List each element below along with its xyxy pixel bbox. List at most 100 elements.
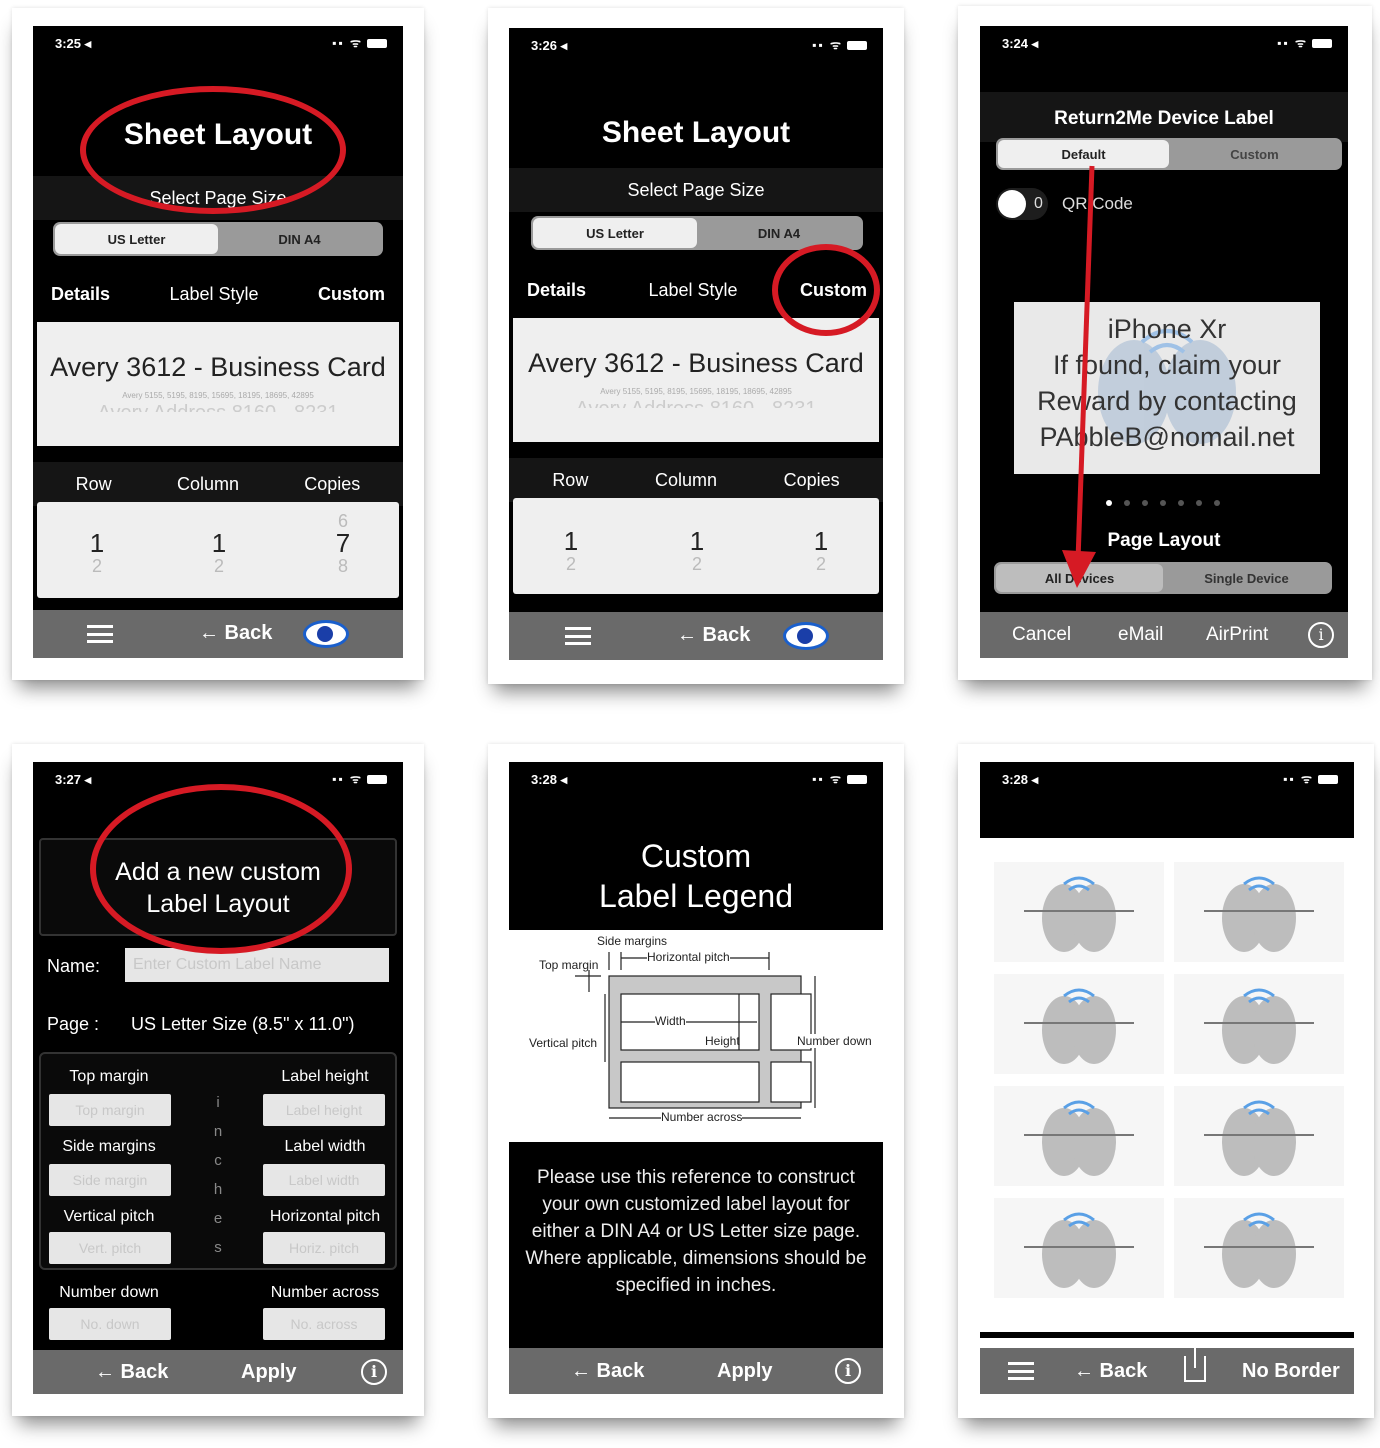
battery-icon (1318, 775, 1338, 785)
panel-add-custom-layout: 3:27 ◂ ▪▪ ᯤ Add a new custom Label Layou… (12, 744, 424, 1416)
apply-button[interactable]: Apply (717, 1360, 773, 1383)
page-title: Sheet Layout (601, 116, 791, 149)
number-across-label: Number across (270, 1284, 380, 1301)
label-thumbnail (1174, 1198, 1344, 1298)
width-label: Width (655, 1014, 686, 1028)
butterfly-label-icon (994, 862, 1164, 962)
tab-custom[interactable]: Custom (318, 284, 385, 305)
highlight-circle (80, 86, 346, 214)
label-thumbnail (994, 1198, 1164, 1298)
side-margin-input[interactable]: Side margin (49, 1164, 171, 1196)
status-bar: 3:26 ◂ ▪▪ ᯤ (509, 28, 883, 58)
column-header: Column (176, 474, 239, 494)
butterfly-label-icon (994, 974, 1164, 1074)
height-label: Height (705, 1034, 740, 1048)
status-bar: 3:28 ◂ ▪▪ ᯤ (509, 762, 883, 792)
back-button[interactable]: ← Back (571, 1360, 644, 1383)
label-thumbnail (1174, 1086, 1344, 1186)
menu-icon[interactable] (1008, 1362, 1034, 1380)
segment-din-a4[interactable]: DIN A4 (218, 224, 381, 254)
panel-sheet-layout-2: 3:26 ◂ ▪▪ ᯤ Sheet Layout Select Page Siz… (488, 8, 904, 684)
menu-icon[interactable] (87, 625, 113, 643)
red-arrow-annotation (1062, 165, 1096, 588)
segment-us-letter[interactable]: US Letter (55, 224, 218, 254)
butterfly-label-icon (1174, 862, 1344, 962)
tab-label-style[interactable]: Label Style (648, 280, 737, 301)
segment-us-letter[interactable]: US Letter (533, 218, 697, 248)
side-margins-label: Side margins (597, 934, 668, 948)
panel-return2me-label: 3:24 ◂ ▪▪ ᯤ Return2Me Device Label Defau… (958, 6, 1372, 680)
horizontal-pitch-input[interactable]: Horiz. pitch (263, 1232, 385, 1264)
number-down-input[interactable]: No. down (49, 1308, 171, 1340)
top-margin-label: Top margin (69, 1068, 149, 1085)
phone-screen: 3:24 ◂ ▪▪ ᯤ Return2Me Device Label Defau… (980, 26, 1348, 658)
bottom-toolbar: ← Back (509, 612, 883, 660)
row-wheel[interactable]: 12 (77, 528, 117, 573)
butterfly-label-icon (994, 1086, 1164, 1186)
label-height-input[interactable]: Label height (263, 1094, 385, 1126)
row-header: Row (552, 470, 589, 490)
label-preview[interactable]: Avery 3612 - Business Card Avery 5155, 5… (513, 318, 879, 442)
tab-label-style[interactable]: Label Style (169, 284, 258, 305)
legend-diagram: Side margins Top margin Horizontal pitch… (509, 930, 883, 1142)
number-down-label: Number down (797, 1034, 872, 1048)
row-column-copies-picker[interactable]: 12 12 12 (513, 498, 879, 594)
tab-details[interactable]: Details (527, 280, 586, 301)
tab-bar: Details Label Style Custom (51, 284, 385, 305)
back-button[interactable]: ← Back (95, 1361, 168, 1384)
side-margins-label: Side margins (62, 1138, 156, 1155)
copies-header: Copies (783, 470, 840, 490)
share-icon[interactable] (1184, 1348, 1206, 1382)
signal-wifi-icon: ▪▪ ᯤ (812, 36, 867, 53)
butterfly-label-icon (994, 1198, 1164, 1298)
back-button[interactable]: ← Back (677, 624, 750, 647)
row-header: Row (75, 474, 112, 494)
name-input[interactable]: Enter Custom Label Name (125, 948, 389, 982)
column-header: Column (654, 470, 717, 490)
column-wheel[interactable]: 12 (199, 528, 239, 573)
battery-icon (367, 39, 387, 49)
number-across-input[interactable]: No. across (263, 1308, 385, 1340)
tab-details[interactable]: Details (51, 284, 110, 305)
number-across-label: Number across (661, 1110, 743, 1124)
segment-din-a4[interactable]: DIN A4 (697, 218, 861, 248)
signal-wifi-icon: ▪▪ ᯤ (1283, 770, 1338, 787)
label-width-input[interactable]: Label width (263, 1164, 385, 1196)
phone-screen: 3:28 ◂ ▪▪ ᯤ ← Back No Border (980, 762, 1354, 1394)
status-time: 3:28 ◂ (531, 772, 568, 787)
top-margin-input[interactable]: Top margin (49, 1094, 171, 1126)
horizontal-pitch-label: Horizontal pitch (269, 1208, 381, 1225)
no-border-button[interactable]: No Border (1242, 1360, 1340, 1383)
row-wheel[interactable]: 12 (551, 526, 591, 571)
column-wheel[interactable]: 12 (677, 526, 717, 571)
label-height-label: Label height (281, 1068, 369, 1085)
info-icon[interactable]: i (361, 1359, 387, 1385)
battery-icon (367, 775, 387, 785)
legend-title-line-2: Label Legend (599, 878, 793, 914)
row-column-copies-picker[interactable]: 12 12 678 (37, 502, 399, 598)
copies-wheel[interactable]: 12 (801, 526, 841, 571)
back-button[interactable]: ← Back (1074, 1360, 1147, 1383)
preview-eye-icon[interactable] (783, 622, 829, 650)
butterfly-label-icon (1174, 1086, 1344, 1186)
info-icon[interactable]: i (835, 1358, 861, 1384)
label-preview[interactable]: Avery 3612 - Business Card Avery 5155, 5… (37, 322, 399, 446)
label-compatibility: Avery 5155, 5195, 8195, 15695, 18195, 18… (122, 391, 314, 400)
copies-wheel[interactable]: 678 (323, 514, 363, 573)
label-next-option: Avery Address 8160 - 8231 (37, 402, 399, 412)
highlight-circle (772, 244, 880, 336)
back-button[interactable]: ← Back (199, 622, 272, 645)
status-time: 3:28 ◂ (1002, 772, 1039, 787)
vertical-pitch-input[interactable]: Vert. pitch (49, 1232, 171, 1264)
label-width-label: Label width (284, 1138, 366, 1155)
menu-icon[interactable] (565, 627, 591, 645)
panel-custom-label-legend: 3:28 ◂ ▪▪ ᯤ Custom Label Legend Side mar… (488, 744, 904, 1418)
vertical-pitch-label: Vertical pitch (529, 1036, 598, 1050)
preview-eye-icon[interactable] (303, 620, 349, 648)
label-next-option: Avery Address 8160 - 8231 (513, 398, 879, 408)
apply-button[interactable]: Apply (241, 1361, 297, 1384)
label-compatibility: Avery 5155, 5195, 8195, 15695, 18195, 18… (600, 387, 792, 396)
signal-wifi-icon: ▪▪ ᯤ (332, 34, 387, 51)
phone-screen: 3:28 ◂ ▪▪ ᯤ Custom Label Legend Side mar… (509, 762, 883, 1394)
battery-icon (847, 41, 867, 51)
